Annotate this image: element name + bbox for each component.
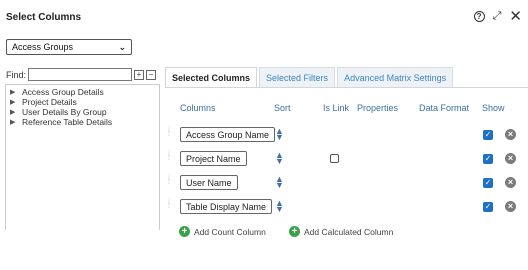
remove-icon[interactable]: × bbox=[505, 201, 516, 212]
add-calculated-column-button[interactable]: + Add Calculated Column bbox=[289, 226, 393, 237]
header-data-format: Data Format bbox=[419, 103, 470, 113]
dialog-title: Select Columns bbox=[6, 12, 82, 23]
table-row: ⁞ ⁞ Access Group Name ▲ ▼ ✓ × bbox=[168, 127, 523, 143]
show-checkbox[interactable]: ✓ bbox=[483, 178, 493, 188]
group-select-value: Access Groups bbox=[12, 42, 74, 52]
expand-triangle-icon: ▶ bbox=[10, 89, 16, 96]
column-tree: ▶ Access Group Details ▶ Project Details ▶… bbox=[5, 84, 160, 230]
expand-all-icon[interactable]: + bbox=[134, 69, 145, 80]
header-columns: Columns bbox=[180, 103, 216, 113]
dialog-controls: ? ⤢ ✕ bbox=[473, 9, 522, 24]
expand-triangle-icon: ▶ bbox=[10, 109, 16, 116]
plus-icon: + bbox=[179, 226, 190, 237]
expand-triangle-icon: ▶ bbox=[10, 99, 16, 106]
expand-icon[interactable]: ⤢ bbox=[493, 10, 502, 23]
column-name-field[interactable]: Access Group Name bbox=[180, 127, 276, 142]
table-row: ⁞ ⁞ Project Name ▲ ▼ ✓ × bbox=[168, 151, 523, 167]
sort-icon[interactable]: ▲ ▼ bbox=[275, 175, 284, 190]
drag-handle-icon[interactable]: ⁞ ⁞ bbox=[168, 151, 174, 165]
show-checkbox[interactable]: ✓ bbox=[483, 202, 493, 212]
remove-icon[interactable]: × bbox=[505, 177, 516, 188]
tree-item[interactable]: ▶ Reference Table Details bbox=[10, 117, 155, 127]
tab-selected-columns[interactable]: Selected Columns bbox=[165, 67, 258, 87]
group-select[interactable]: Access Groups ⌄ bbox=[6, 39, 132, 55]
sort-icon[interactable]: ▲ ▼ bbox=[275, 127, 284, 142]
close-icon[interactable]: ✕ bbox=[509, 9, 522, 24]
tab-bar: Selected Columns Selected Filters Advanc… bbox=[165, 67, 454, 87]
is-link-checkbox[interactable] bbox=[330, 154, 339, 163]
column-name-field[interactable]: Project Name bbox=[180, 151, 247, 166]
tree-item[interactable]: ▶ Access Group Details bbox=[10, 87, 155, 97]
find-label: Find: bbox=[6, 69, 27, 80]
expand-triangle-icon: ▶ bbox=[10, 119, 16, 126]
plus-icon: + bbox=[289, 226, 300, 237]
tab-selected-filters[interactable]: Selected Filters bbox=[259, 67, 336, 87]
header-is-link: Is Link bbox=[323, 103, 350, 113]
drag-handle-icon[interactable]: ⁞ ⁞ bbox=[168, 199, 174, 213]
collapse-all-icon[interactable]: − bbox=[146, 69, 157, 80]
show-checkbox[interactable]: ✓ bbox=[483, 154, 493, 164]
remove-icon[interactable]: × bbox=[505, 153, 516, 164]
tree-item[interactable]: ▶ User Details By Group bbox=[10, 107, 155, 117]
sort-icon[interactable]: ▲ ▼ bbox=[275, 199, 284, 214]
add-count-column-button[interactable]: + Add Count Column bbox=[179, 226, 266, 237]
table-row: ⁞ ⁞ User Name ▲ ▼ ✓ × bbox=[168, 175, 523, 191]
tab-advanced-matrix-settings[interactable]: Advanced Matrix Settings bbox=[337, 67, 454, 87]
chevron-down-icon: ⌄ bbox=[118, 41, 126, 52]
header-sort: Sort bbox=[274, 103, 291, 113]
drag-handle-icon[interactable]: ⁞ ⁞ bbox=[168, 175, 174, 189]
sort-icon[interactable]: ▲ ▼ bbox=[275, 151, 284, 166]
column-name-field[interactable]: Table Display Name bbox=[180, 199, 273, 214]
help-icon[interactable]: ? bbox=[473, 11, 485, 22]
header-show: Show bbox=[482, 103, 505, 113]
table-row: ⁞ ⁞ Table Display Name ▲ ▼ ✓ × bbox=[168, 199, 523, 215]
find-input[interactable] bbox=[28, 68, 133, 81]
drag-handle-icon[interactable]: ⁞ ⁞ bbox=[168, 127, 174, 141]
find-row: Find: + − bbox=[6, 68, 157, 81]
column-name-field[interactable]: User Name bbox=[180, 175, 238, 190]
remove-icon[interactable]: × bbox=[505, 129, 516, 140]
tab-divider bbox=[165, 87, 528, 88]
header-properties: Properties bbox=[357, 103, 399, 113]
show-checkbox[interactable]: ✓ bbox=[483, 130, 493, 140]
tree-item[interactable]: ▶ Project Details bbox=[10, 97, 155, 107]
